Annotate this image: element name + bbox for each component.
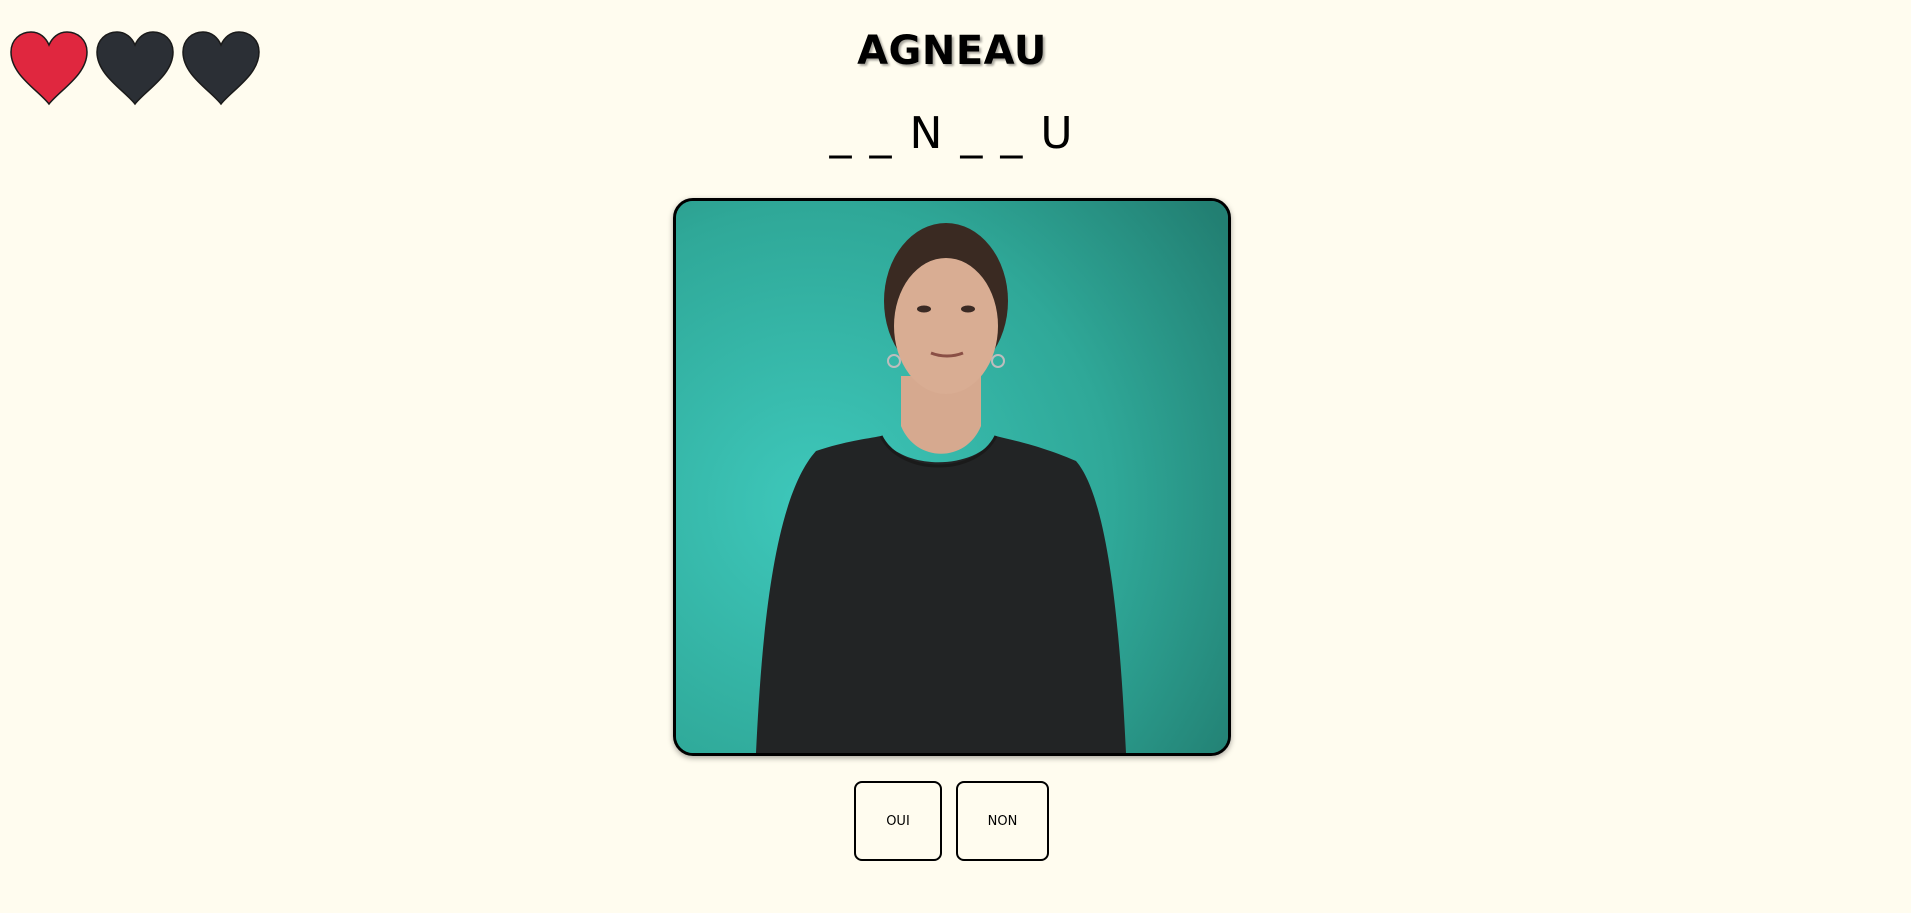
non-button[interactable]: NON <box>956 781 1049 861</box>
oui-button[interactable]: OUI <box>854 781 942 861</box>
video-frame-image <box>676 201 1228 753</box>
sign-language-video[interactable] <box>673 198 1231 756</box>
answer-buttons: OUI NON <box>854 781 1049 861</box>
word-title: AGNEAU <box>857 28 1047 74</box>
word-hint-pattern: _ _ N _ _ U <box>829 108 1075 159</box>
